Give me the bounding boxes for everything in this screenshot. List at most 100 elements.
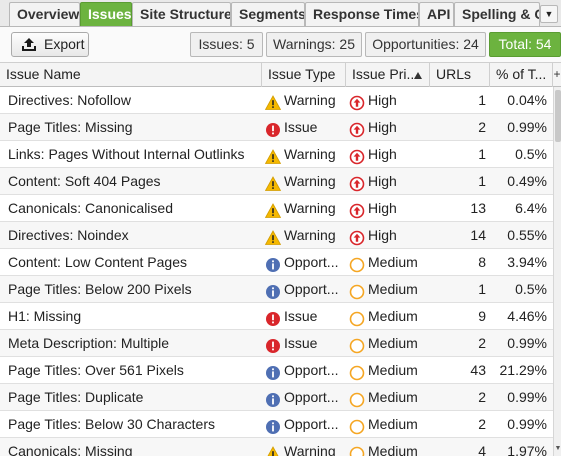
urls-cell: 8	[478, 254, 486, 270]
urls-cell: 1	[478, 146, 486, 162]
issue-type-cell: Opport...	[262, 357, 346, 383]
issue-type-label: Warning	[284, 92, 336, 108]
issue-type-cell: Warning	[262, 87, 346, 113]
warning-icon	[264, 201, 282, 218]
issue-priority-label: High	[368, 173, 397, 189]
tab-response-times[interactable]: Response Times	[305, 2, 419, 26]
scroll-down-icon[interactable]: ▼	[554, 443, 561, 455]
issue-name-cell: Page Titles: Below 200 Pixels	[8, 281, 192, 297]
issue-priority-label: High	[368, 146, 397, 162]
percent-total-cell: 0.99%	[507, 119, 547, 135]
urls-cell: 2	[478, 119, 486, 135]
toolbar: Export Issues: 5 Warnings: 25 Opportunit…	[0, 27, 561, 63]
table-row[interactable]: Page Titles: Below 30 Characters Opport..…	[0, 411, 553, 438]
issue-type-label: Warning	[284, 200, 336, 216]
tab-issues[interactable]: Issues	[80, 2, 132, 26]
filter-issues[interactable]: Issues: 5	[190, 32, 263, 57]
scrollbar-thumb[interactable]	[555, 90, 561, 142]
table-row[interactable]: Page Titles: Duplicate Opport... Medium 2 0.…	[0, 384, 553, 411]
urls-cell: 13	[470, 200, 486, 216]
issue-type-label: Issue	[284, 308, 318, 324]
issue-type-label: Warning	[284, 227, 336, 243]
percent-total-cell: 6.4%	[515, 200, 547, 216]
opportunity-icon	[265, 363, 281, 380]
high-priority-icon	[349, 93, 365, 111]
column-header-issue-type[interactable]: Issue Type	[262, 63, 346, 87]
warning-icon	[264, 228, 282, 245]
opportunity-icon	[265, 390, 281, 407]
urls-cell: 1	[478, 173, 486, 189]
issue-priority-cell: Medium	[346, 384, 430, 410]
issue-type-label: Issue	[284, 119, 318, 135]
issue-type-label: Opport...	[284, 362, 339, 378]
opportunity-icon	[265, 282, 281, 299]
tab-segments[interactable]: Segments	[231, 2, 305, 26]
urls-cell: 2	[478, 389, 486, 405]
issue-priority-label: High	[368, 92, 397, 108]
warning-icon	[265, 444, 281, 456]
issue-name-cell: Page Titles: Missing	[8, 119, 133, 135]
tab-api[interactable]: API	[419, 2, 454, 26]
vertical-scrollbar[interactable]: ▼	[553, 87, 561, 456]
table-row[interactable]: Meta Description: Multiple Issue Medium 2 0.…	[0, 330, 553, 357]
high-priority-icon	[349, 174, 365, 192]
table-row[interactable]: Canonicals: Missing Warning Medium 4 1.97%	[0, 438, 553, 456]
column-header-urls[interactable]: URLs	[430, 63, 490, 87]
issue-type-label: Opport...	[284, 416, 339, 432]
filter-opportunities[interactable]: Opportunities: 24	[365, 32, 486, 57]
tab-overview[interactable]: Overview	[9, 2, 80, 26]
table-row[interactable]: Directives: Nofollow Warning High 1 0.04%	[0, 87, 553, 114]
issue-type-cell: Issue	[262, 330, 346, 356]
medium-priority-icon	[349, 363, 365, 381]
table-row[interactable]: Directives: Noindex Warning High 14 0.55%	[0, 222, 553, 249]
table-row[interactable]: Page Titles: Missing Issue High 2 0.99%	[0, 114, 553, 141]
percent-total-cell: 0.55%	[507, 227, 547, 243]
issue-priority-cell: Medium	[346, 411, 430, 437]
table-row[interactable]: Canonicals: Canonicalised Warning High 13 6.…	[0, 195, 553, 222]
percent-total-cell: 0.99%	[507, 389, 547, 405]
table-row[interactable]: Page Titles: Below 200 Pixels Opport... Me…	[0, 276, 553, 303]
issue-name-cell: Page Titles: Below 30 Characters	[8, 416, 215, 432]
issue-type-cell: Warning	[262, 438, 346, 456]
tab-spelling-grammar[interactable]: Spelling & Gr	[454, 2, 540, 26]
high-priority-icon	[349, 147, 365, 165]
tab-overflow-dropdown[interactable]: ▼	[540, 5, 558, 23]
issue-priority-cell: Medium	[346, 303, 430, 329]
issue-priority-cell: High	[346, 141, 430, 167]
issue-type-cell: Opport...	[262, 249, 346, 275]
table-row[interactable]: Content: Low Content Pages Opport... Mediu…	[0, 249, 553, 276]
opportunity-icon	[265, 255, 281, 272]
tab-site-structure[interactable]: Site Structure	[132, 2, 231, 26]
warning-icon	[264, 147, 282, 164]
issue-priority-cell: High	[346, 87, 430, 113]
table-row[interactable]: Page Titles: Over 561 Pixels Opport... Med…	[0, 357, 553, 384]
medium-priority-icon	[349, 309, 365, 327]
issue-priority-label: Medium	[368, 308, 418, 324]
table-row[interactable]: Content: Soft 404 Pages Warning High 1 0.49%	[0, 168, 553, 195]
issue-type-cell: Warning	[262, 168, 346, 194]
urls-cell: 1	[478, 281, 486, 297]
issue-name-cell: Content: Low Content Pages	[8, 254, 188, 270]
table-row[interactable]: Links: Pages Without Internal Outlinks Wa…	[0, 141, 553, 168]
issue-priority-cell: Medium	[346, 330, 430, 356]
issue-name-cell: Canonicals: Canonicalised	[8, 200, 173, 216]
percent-total-cell: 4.46%	[507, 308, 547, 324]
column-header-issue-name[interactable]: Issue Name	[0, 63, 262, 87]
urls-cell: 14	[470, 227, 486, 243]
issue-name-cell: Content: Soft 404 Pages	[8, 173, 161, 189]
issue-priority-cell: High	[346, 168, 430, 194]
issue-priority-label: Medium	[368, 281, 418, 297]
table-row[interactable]: H1: Missing Issue Medium 9 4.46%	[0, 303, 553, 330]
percent-total-cell: 3.94%	[507, 254, 547, 270]
filter-total[interactable]: Total: 54	[489, 32, 561, 57]
column-header-percent-total[interactable]: % of T...	[490, 63, 553, 87]
issue-type-label: Issue	[284, 335, 318, 351]
issue-type-label: Opport...	[284, 389, 339, 405]
add-column-icon[interactable]: +	[553, 63, 561, 87]
export-icon	[22, 38, 36, 51]
filter-warnings[interactable]: Warnings: 25	[266, 32, 362, 57]
percent-total-cell: 0.5%	[515, 146, 547, 162]
urls-cell: 9	[478, 308, 486, 324]
export-button[interactable]: Export	[11, 32, 89, 57]
percent-total-cell: 21.29%	[499, 362, 547, 378]
